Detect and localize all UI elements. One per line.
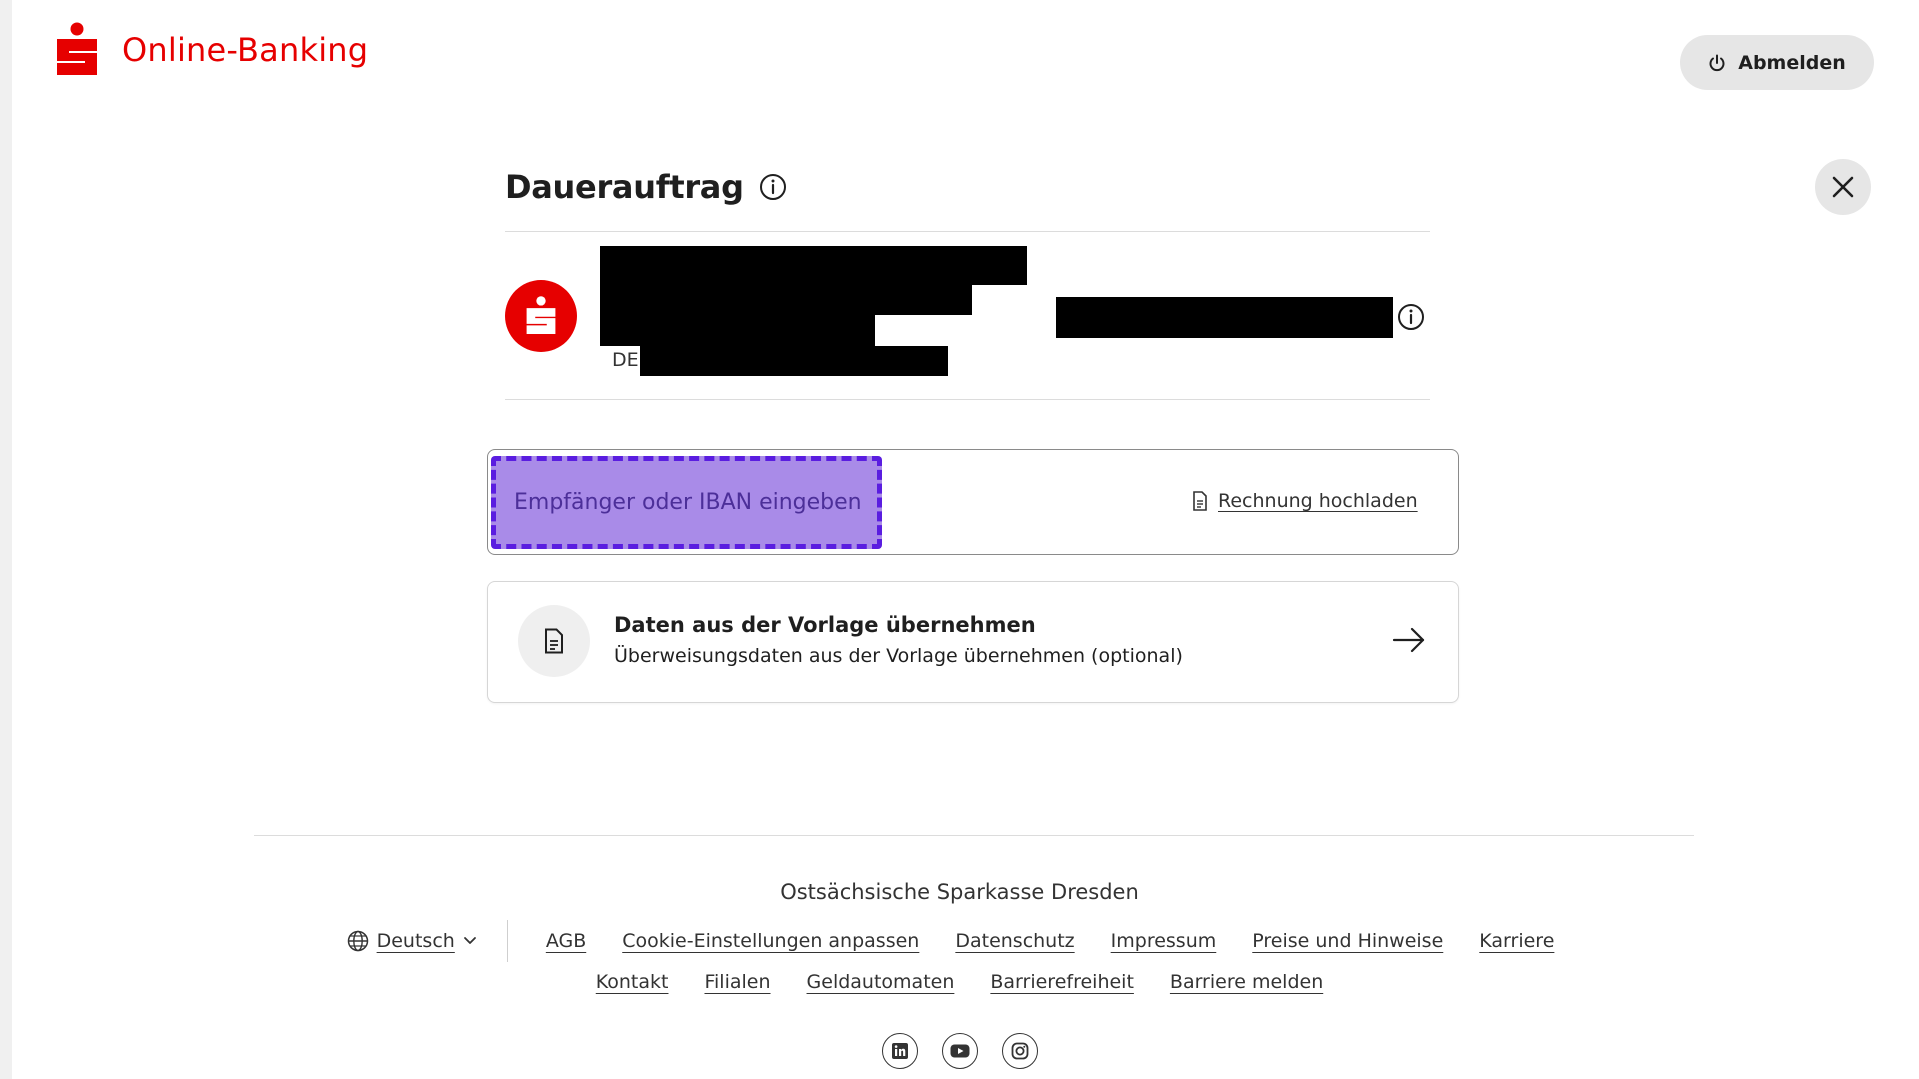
chevron-down-icon <box>463 937 476 944</box>
footer-link-imprint[interactable]: Impressum <box>1111 930 1217 952</box>
footer-link-careers[interactable]: Karriere <box>1479 930 1554 952</box>
footer-link-accessibility[interactable]: Barrierefreiheit <box>990 971 1134 993</box>
footer-link-contact[interactable]: Kontakt <box>596 971 669 993</box>
account-bank-logo <box>505 280 577 352</box>
redacted-balance <box>1056 297 1393 338</box>
language-label: Deutsch <box>376 930 455 952</box>
redacted-iban <box>640 346 948 376</box>
close-icon <box>1832 176 1854 198</box>
template-icon-wrap <box>518 605 590 677</box>
footer-links-row1: Deutsch AGB Cookie-Einstellungen anpasse… <box>0 920 1919 962</box>
redacted-account-name <box>600 315 875 346</box>
footer-link-atms[interactable]: Geldautomaten <box>807 971 955 993</box>
logout-button[interactable]: Abmelden <box>1680 35 1874 90</box>
close-button[interactable] <box>1815 159 1871 215</box>
footer-link-privacy[interactable]: Datenschutz <box>955 930 1074 952</box>
recipient-input[interactable] <box>491 456 882 549</box>
footer-link-branches[interactable]: Filialen <box>704 971 770 993</box>
sparkasse-logo-icon <box>57 22 97 75</box>
info-icon[interactable] <box>758 172 788 202</box>
arrow-right-icon <box>1392 627 1425 653</box>
footer-links-row2: Kontakt Filialen Geldautomaten Barrieref… <box>0 971 1919 993</box>
page-title: Dauerauftrag <box>505 168 744 206</box>
account-iban: DE <box>612 349 639 371</box>
footer-link-prices[interactable]: Preise und Hinweise <box>1252 930 1443 952</box>
footer-link-cookie-settings[interactable]: Cookie-Einstellungen anpassen <box>622 930 919 952</box>
title-row: Dauerauftrag <box>505 168 788 206</box>
logout-label: Abmelden <box>1738 51 1846 74</box>
document-icon <box>1193 491 1207 511</box>
sparkasse-logo-icon <box>526 296 556 334</box>
globe-icon <box>347 930 368 952</box>
info-icon[interactable] <box>1396 302 1426 332</box>
template-card-title: Daten aus der Vorlage übernehmen <box>614 613 1036 637</box>
divider-bottom <box>505 399 1430 400</box>
footer-divider <box>254 835 1694 836</box>
footer-link-agb[interactable]: AGB <box>546 930 586 952</box>
template-card[interactable]: Daten aus der Vorlage übernehmen Überwei… <box>487 581 1459 703</box>
upload-invoice-link[interactable]: Rechnung hochladen <box>1192 490 1418 512</box>
redacted-account-name <box>600 246 1027 285</box>
brand[interactable]: Online-Banking <box>52 22 368 78</box>
instagram-icon[interactable] <box>1001 1033 1038 1069</box>
language-selector[interactable]: Deutsch <box>347 920 508 962</box>
footer-bank-name: Ostsächsische Sparkasse Dresden <box>780 880 1139 904</box>
youtube-icon[interactable] <box>941 1033 978 1069</box>
brand-title: Online-Banking <box>122 31 369 69</box>
divider-top <box>505 231 1430 232</box>
footer-link-report-barrier[interactable]: Barriere melden <box>1170 971 1323 993</box>
redacted-account-name <box>600 285 972 315</box>
power-icon <box>1709 54 1725 71</box>
linkedin-icon[interactable] <box>881 1033 918 1069</box>
template-card-subtitle: Überweisungsdaten aus der Vorlage überne… <box>614 645 1183 667</box>
page: Online-Banking Abmelden Dauerauftrag DE … <box>12 0 1919 1079</box>
document-icon <box>545 628 563 654</box>
social-links <box>0 1033 1919 1069</box>
upload-invoice-label: Rechnung hochladen <box>1218 490 1418 512</box>
